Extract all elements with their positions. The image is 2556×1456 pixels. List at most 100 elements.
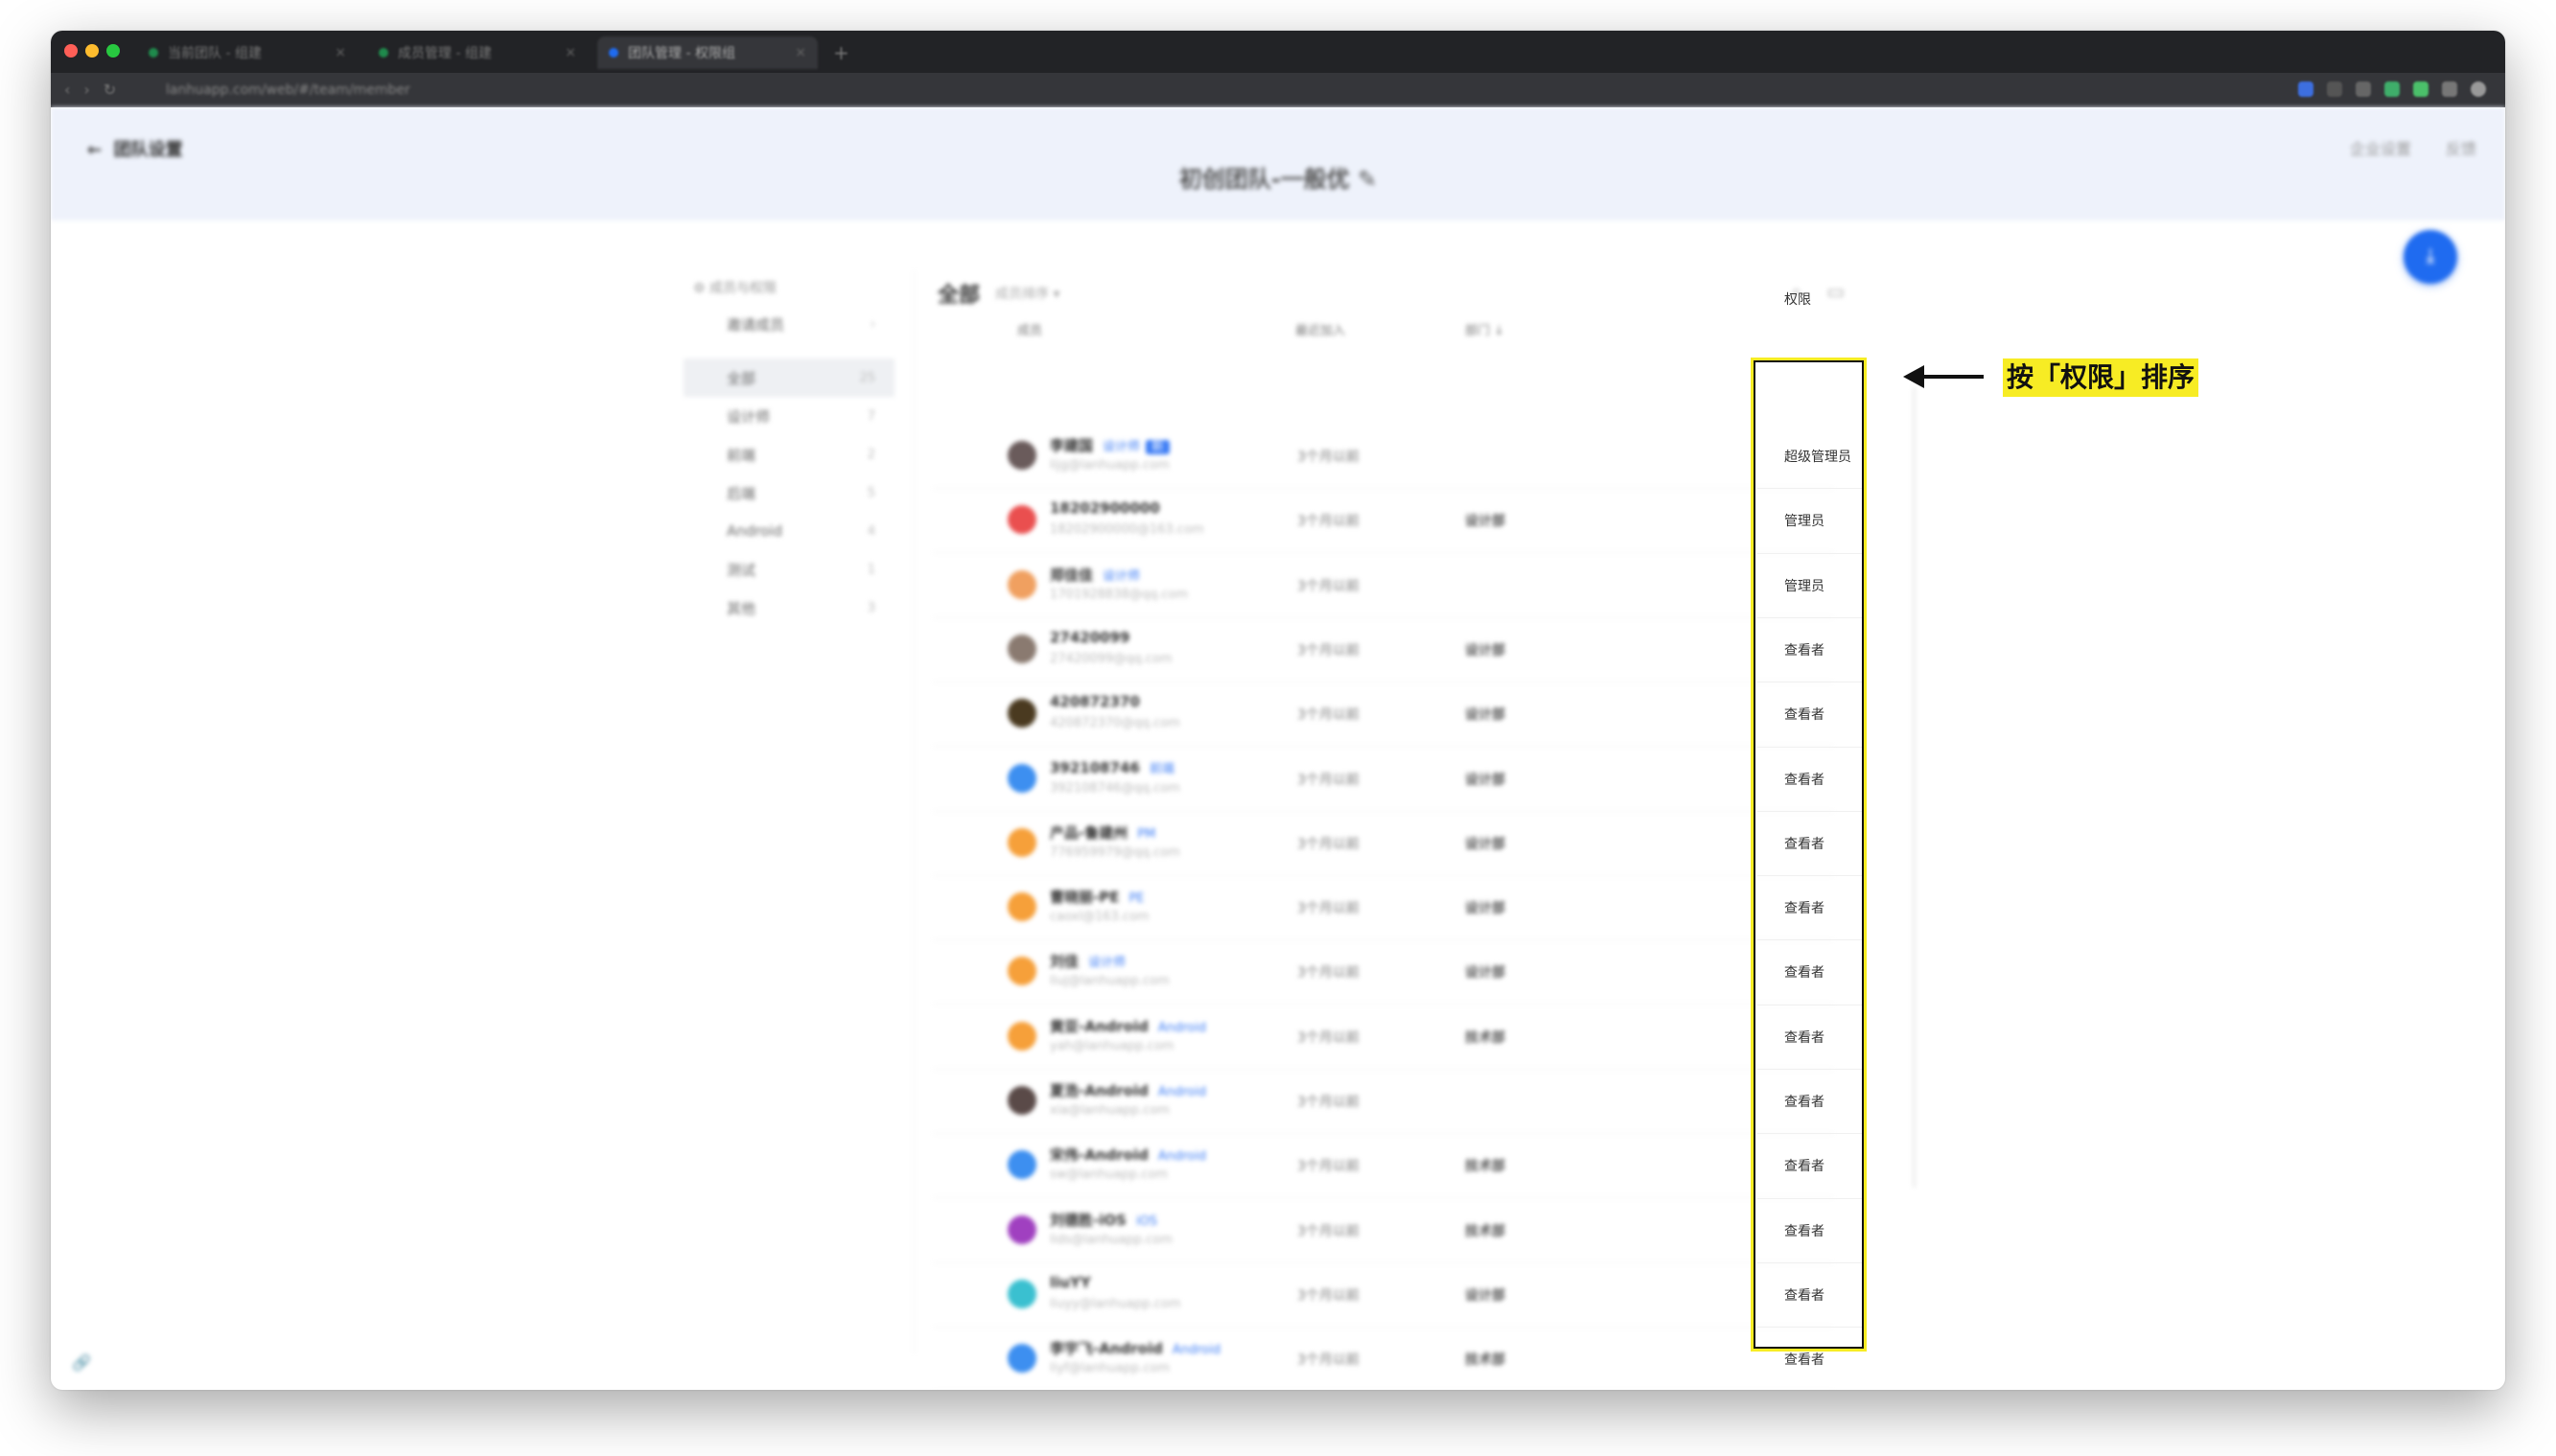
table-row[interactable]: 李宇飞-Android Android liyf@lanhuapp.com 3个月以前… (933, 1327, 1834, 1390)
table-row[interactable]: 420872370 420872370@qq.com 3个月以前 设计部 (933, 682, 1834, 748)
member-name: 392108746 前端 (1050, 758, 1174, 776)
member-joined: 3个月以前 (1297, 642, 1359, 659)
table-row[interactable]: 392108746 前端 392108746@qq.com 3个月以前 设计部 (933, 747, 1834, 812)
avatar[interactable] (1008, 763, 1036, 793)
browser-tab-3[interactable]: 团队管理 - 权限组 × (597, 36, 818, 69)
table-row[interactable]: 黄亚-Android Android yah@lanhuapp.com 3个月以前 技术… (933, 1005, 1834, 1070)
member-name: 曹晓丽-PE PE (1050, 887, 1145, 907)
sidebar-item-label: Android (727, 522, 782, 540)
back-button[interactable]: ← 团队设置 (87, 136, 183, 161)
table-row[interactable]: 18202900000 18202900000@163.com 3个月以前 设计部 (933, 488, 1834, 554)
extension-icon[interactable] (2442, 81, 2457, 97)
minimize-window-button[interactable] (85, 44, 99, 58)
member-group: 设计部 (1465, 707, 1505, 724)
table-row[interactable]: 刘佳 设计师 liuj@lanhuapp.com 3个月以前 设计部 (933, 939, 1834, 1005)
scrollbar[interactable] (1913, 387, 1916, 1188)
maximize-window-button[interactable] (106, 44, 120, 58)
feedback-button[interactable]: 反馈 (2446, 136, 2476, 159)
member-email: lids@lanhuapp.com (1050, 1232, 1173, 1247)
folder-icon[interactable]: ▭ (1826, 280, 1845, 303)
table-row[interactable]: 产品-鲁建州 PM 776959979@qq.com 3个月以前 设计部 (933, 811, 1834, 876)
member-name-text: liuYY (1050, 1273, 1091, 1291)
sidebar-item-label: 全部 (727, 369, 756, 387)
new-tab-icon[interactable]: + (833, 36, 849, 69)
sidebar-item-frontend[interactable]: 前端 2 (684, 435, 895, 474)
extension-icon[interactable] (2413, 81, 2428, 97)
sidebar-item-android[interactable]: Android 4 (684, 512, 895, 550)
sidebar-item-test[interactable]: 测试 1 (684, 550, 895, 589)
tab-close-icon[interactable]: × (335, 45, 346, 60)
column-header-member[interactable]: 成员 (1017, 320, 1042, 338)
member-name: 郑佳佳 设计师 (1050, 565, 1140, 585)
member-email: lijg@lanhuapp.com (1050, 458, 1170, 473)
tab-close-icon[interactable]: × (565, 45, 576, 60)
table-row[interactable]: 夏浩-Android Android xia@lanhuapp.com 3个月以前 (933, 1069, 1834, 1134)
member-group: 设计部 (1465, 772, 1505, 788)
enterprise-settings-button[interactable]: 企业设置 (2350, 136, 2411, 159)
member-name-text: 420872370 (1050, 693, 1140, 711)
avatar[interactable] (1008, 1086, 1036, 1115)
avatar[interactable] (1008, 634, 1036, 663)
avatar[interactable] (1008, 827, 1036, 857)
column-header-permission[interactable]: 权限 (1784, 289, 1811, 309)
new-badge: 新 (1146, 440, 1171, 454)
member-name-text: 刘德胜-iOS (1050, 1211, 1127, 1229)
table-row[interactable]: 宋伟-Android Android sw@lanhuapp.com 3个月以前 技术部 (933, 1133, 1834, 1199)
nav-buttons[interactable]: ‹›↻ (64, 81, 129, 99)
tab-close-icon[interactable]: × (795, 45, 806, 60)
sidebar-item-designer[interactable]: 设计师 7 (684, 397, 895, 435)
extension-icon[interactable] (2356, 81, 2371, 97)
browser-titlebar: 当前团队 - 组建 × 成员管理 - 组建 × 团队管理 - 权限组 × + ‹… (51, 31, 2505, 107)
avatar[interactable] (1008, 1344, 1036, 1374)
browser-tab-1[interactable]: 当前团队 - 组建 × (137, 36, 358, 69)
member-joined: 3个月以前 (1297, 578, 1359, 594)
link-icon[interactable]: 🔗 (72, 1353, 91, 1372)
avatar[interactable] (1008, 892, 1036, 922)
member-group: 技术部 (1465, 1029, 1505, 1046)
member-joined: 3个月以前 (1297, 1352, 1359, 1369)
url-text[interactable]: lanhuapp.com/web/#/team/member (166, 82, 410, 98)
avatar[interactable] (1008, 1279, 1036, 1308)
member-email: 27420099@qq.com (1050, 651, 1173, 666)
extension-icon[interactable] (2384, 81, 2400, 97)
table-row[interactable]: liuYY liuyy@lanhuapp.com 3个月以前 设计部 (933, 1262, 1834, 1328)
sort-dropdown[interactable]: 成员排序 ▾ (995, 284, 1059, 303)
table-row[interactable]: 27420099 27420099@qq.com 3个月以前 设计部 (933, 617, 1834, 682)
avatar[interactable] (1008, 569, 1036, 599)
member-email: 1701928838@qq.com (1050, 587, 1189, 602)
sidebar-item-count: 1 (867, 562, 875, 577)
browser-tab-2[interactable]: 成员管理 - 组建 × (367, 36, 588, 69)
floating-action-button[interactable]: ⤓ (2404, 230, 2457, 284)
sidebar-item-backend[interactable]: 后端 5 (684, 474, 895, 512)
avatar[interactable] (1008, 1021, 1036, 1051)
table-row[interactable]: 李建国 设计师新 lijg@lanhuapp.com 3个月以前 (933, 424, 1834, 489)
avatar[interactable] (1008, 1150, 1036, 1180)
permission-cell[interactable]: 查看者 (1784, 1350, 1824, 1369)
avatar[interactable] (1008, 441, 1036, 470)
avatar[interactable] (1008, 957, 1036, 986)
sidebar-item-other[interactable]: 其他 3 (684, 589, 895, 627)
member-email: xia@lanhuapp.com (1050, 1103, 1170, 1118)
avatar[interactable] (1008, 699, 1036, 728)
column-header-joined[interactable]: 最近加入 (1295, 320, 1345, 338)
close-window-button[interactable] (64, 44, 78, 58)
sidebar-item-all[interactable]: 全部 25 (684, 358, 895, 397)
extension-icon[interactable] (2327, 81, 2342, 97)
back-label: 团队设置 (113, 140, 183, 160)
extension-icon[interactable] (2298, 81, 2313, 97)
sidebar-item-invite[interactable]: 邀请成员 › (684, 305, 895, 343)
table-row[interactable]: 曹晓丽-PE PE caoxl@163.com 3个月以前 设计部 (933, 875, 1834, 941)
tab-favicon-icon (149, 48, 158, 58)
member-email: 18202900000@163.com (1050, 522, 1204, 538)
column-header-group[interactable]: 部门 ↓ (1465, 320, 1504, 338)
table-row[interactable]: 刘德胜-iOS iOS lids@lanhuapp.com 3个月以前 技术部 (933, 1198, 1834, 1263)
member-email: sw@lanhuapp.com (1050, 1167, 1169, 1183)
team-name-title[interactable]: 初创团队-一般优 ✎ (51, 160, 2505, 194)
table-row[interactable]: 郑佳佳 设计师 1701928838@qq.com 3个月以前 (933, 553, 1834, 618)
member-name-text: 产品-鲁建州 (1050, 823, 1128, 842)
member-name-text: 27420099 (1050, 628, 1130, 646)
sidebar-item-count: 2 (867, 447, 875, 462)
avatar[interactable] (1008, 1214, 1036, 1244)
profile-avatar[interactable] (2471, 81, 2486, 97)
avatar[interactable] (1008, 505, 1036, 535)
